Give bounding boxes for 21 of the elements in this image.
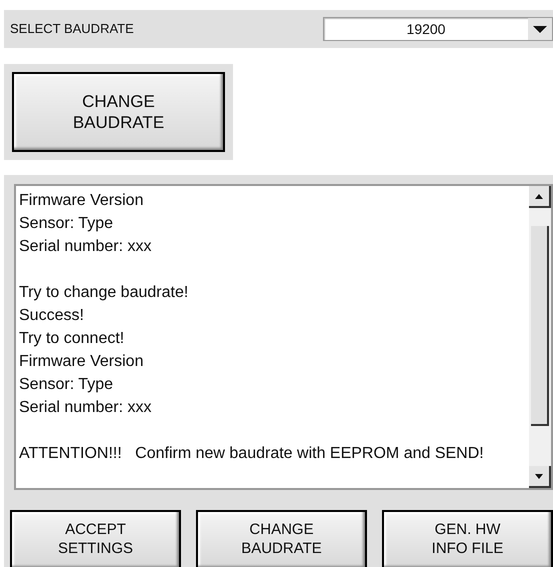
change-baudrate-button[interactable]: CHANGE BAUDRATE: [12, 72, 225, 152]
log-line: Firmware Version: [19, 191, 144, 211]
scroll-thumb[interactable]: [531, 226, 549, 426]
log-line: Serial number: xxx: [19, 237, 152, 257]
log-line: Sensor: Type: [19, 375, 114, 395]
scroll-up-icon[interactable]: [529, 186, 551, 208]
action-button[interactable]: ACCEPT SETTINGS: [10, 510, 181, 567]
action-button[interactable]: GEN. HW INFO FILE: [382, 510, 553, 567]
action-button[interactable]: CHANGE BAUDRATE: [196, 510, 367, 567]
log-line: Success!: [19, 306, 85, 326]
log-line: Serial number: xxx: [19, 398, 152, 418]
baudrate-value: 19200: [406, 20, 446, 38]
log-line: Firmware Version: [19, 352, 144, 372]
log-line: Try to connect!: [19, 329, 126, 349]
baudrate-label: SELECT BAUDRATE: [10, 20, 134, 38]
log-line: Sensor: Type: [19, 214, 114, 234]
baudrate-dropdown[interactable]: 19200: [323, 17, 553, 41]
scroll-down-icon[interactable]: [529, 466, 551, 488]
log-line: Try to change baudrate!: [19, 283, 190, 303]
scrollbar[interactable]: [529, 186, 551, 488]
log-line: ATTENTION!!! Confirm new baudrate with EEPROM and SEND!: [19, 444, 485, 464]
